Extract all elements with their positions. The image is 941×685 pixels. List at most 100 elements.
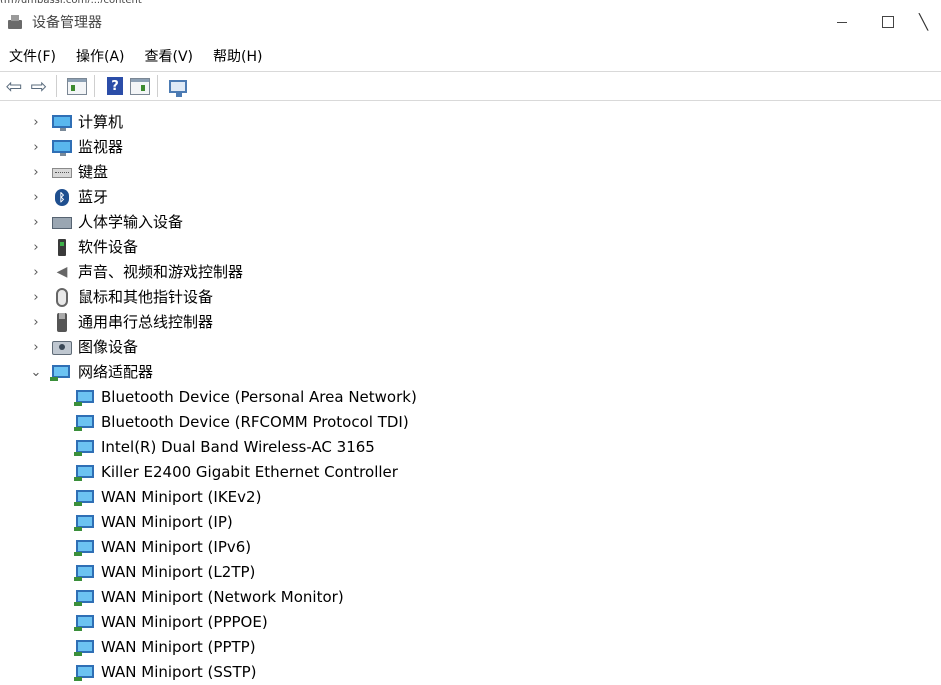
tree-node-keyboards[interactable]: › 键盘: [0, 160, 941, 185]
properties-button[interactable]: [66, 75, 88, 97]
chevron-right-icon[interactable]: ›: [29, 185, 43, 210]
chevron-right-icon[interactable]: ›: [29, 110, 43, 135]
tree-leaf-adapter[interactable]: WAN Miniport (Network Monitor): [0, 585, 941, 610]
tree-node-label: 监视器: [78, 138, 124, 156]
tree-node-software-devices[interactable]: › 软件设备: [0, 235, 941, 260]
network-adapter-icon: [74, 415, 94, 431]
maximize-button[interactable]: [865, 3, 911, 41]
chevron-right-icon[interactable]: ›: [29, 260, 43, 285]
tree-leaf-adapter[interactable]: WAN Miniport (SSTP): [0, 660, 941, 685]
tree-leaf-adapter[interactable]: Killer E2400 Gigabit Ethernet Controller: [0, 460, 941, 485]
tree-node-monitors[interactable]: › 监视器: [0, 135, 941, 160]
network-adapter-icon: [74, 440, 94, 456]
tree-leaf-adapter[interactable]: WAN Miniport (IKEv2): [0, 485, 941, 510]
tree-node-label: 图像设备: [78, 338, 139, 356]
tree-leaf-adapter[interactable]: Bluetooth Device (Personal Area Network): [0, 385, 941, 410]
adapter-label: Bluetooth Device (Personal Area Network): [101, 388, 417, 406]
tree-node-label: 蓝牙: [78, 188, 109, 206]
bluetooth-icon: ᛒ: [55, 189, 69, 206]
tree-node-label: 键盘: [78, 163, 109, 181]
menu-action[interactable]: 操作(A): [76, 46, 125, 66]
scan-hardware-icon: [169, 79, 187, 97]
chevron-right-icon[interactable]: ›: [29, 310, 43, 335]
device-tree: › 计算机 › 监视器 › 键盘 › ᛒ 蓝牙 › 人体学输入设备 › 软件设备…: [0, 110, 941, 685]
help-icon: ?: [107, 77, 123, 95]
chevron-right-icon[interactable]: ›: [29, 160, 43, 185]
network-adapter-icon: [74, 615, 94, 631]
menu-file[interactable]: 文件(F): [9, 46, 56, 66]
tree-leaf-adapter[interactable]: Bluetooth Device (RFCOMM Protocol TDI): [0, 410, 941, 435]
window-title: 设备管理器: [32, 15, 102, 31]
tree-node-computer[interactable]: › 计算机: [0, 110, 941, 135]
back-arrow-icon: ⇦: [5, 74, 23, 98]
tree-leaf-adapter[interactable]: Intel(R) Dual Band Wireless-AC 3165: [0, 435, 941, 460]
network-adapter-icon: [74, 665, 94, 681]
toolbar-separator: [157, 75, 158, 97]
computer-icon: [52, 115, 72, 131]
menu-bar: 文件(F) 操作(A) 查看(V) 帮助(H): [0, 43, 941, 69]
adapter-label: WAN Miniport (Network Monitor): [101, 588, 344, 606]
network-adapter-icon: [74, 515, 94, 531]
chevron-right-icon[interactable]: ›: [29, 235, 43, 260]
network-adapter-icon: [74, 640, 94, 656]
tree-leaf-adapter[interactable]: WAN Miniport (PPTP): [0, 635, 941, 660]
adapter-label: WAN Miniport (PPTP): [101, 638, 256, 656]
adapter-label: Bluetooth Device (RFCOMM Protocol TDI): [101, 413, 409, 431]
close-button[interactable]: ╲: [911, 3, 941, 41]
keyboard-icon: [52, 168, 72, 178]
tree-node-label: 人体学输入设备: [78, 213, 184, 231]
network-adapter-icon: [74, 565, 94, 581]
tree-leaf-adapter[interactable]: WAN Miniport (IP): [0, 510, 941, 535]
adapter-label: WAN Miniport (L2TP): [101, 563, 256, 581]
tree-node-hid[interactable]: › 人体学输入设备: [0, 210, 941, 235]
forward-arrow-icon: ⇨: [30, 74, 48, 98]
help-button[interactable]: ?: [104, 75, 126, 97]
mouse-icon: [56, 288, 68, 307]
tree-leaf-adapter[interactable]: WAN Miniport (L2TP): [0, 560, 941, 585]
adapter-label: Killer E2400 Gigabit Ethernet Controller: [101, 463, 398, 481]
tree-node-bluetooth[interactable]: › ᛒ 蓝牙: [0, 185, 941, 210]
toolbar-separator: [56, 75, 57, 97]
speaker-icon: ◀: [56, 264, 68, 280]
network-adapter-icon: [74, 490, 94, 506]
tree-node-sound[interactable]: › ◀ 声音、视频和游戏控制器: [0, 260, 941, 285]
network-adapter-icon: [74, 465, 94, 481]
toolbar: ⇦ ⇨ ?: [0, 71, 941, 101]
tree-node-label: 网络适配器: [78, 363, 154, 381]
forward-button[interactable]: ⇨: [28, 75, 50, 97]
chevron-right-icon[interactable]: ›: [29, 335, 43, 360]
minimize-button[interactable]: [819, 3, 865, 41]
window-controls: ╲: [819, 3, 941, 41]
tree-node-network-adapters[interactable]: ⌄ 网络适配器: [0, 360, 941, 385]
scan-hardware-button[interactable]: [167, 75, 189, 97]
usb-icon: [57, 313, 67, 332]
chevron-right-icon[interactable]: ›: [29, 210, 43, 235]
chevron-down-icon[interactable]: ⌄: [29, 360, 43, 385]
tree-node-usb[interactable]: › 通用串行总线控制器: [0, 310, 941, 335]
back-button[interactable]: ⇦: [3, 75, 25, 97]
update-driver-icon: [130, 77, 150, 95]
camera-icon: [52, 341, 72, 355]
tree-node-mice[interactable]: › 鼠标和其他指针设备: [0, 285, 941, 310]
software-device-icon: [58, 239, 66, 256]
hid-icon: [52, 217, 72, 229]
update-driver-button[interactable]: [129, 75, 151, 97]
chevron-right-icon[interactable]: ›: [29, 285, 43, 310]
tree-node-label: 声音、视频和游戏控制器: [78, 263, 244, 281]
title-bar: 设备管理器 ╲: [0, 3, 941, 41]
chevron-right-icon[interactable]: ›: [29, 135, 43, 160]
adapter-label: WAN Miniport (IKEv2): [101, 488, 262, 506]
adapter-label: WAN Miniport (IPv6): [101, 538, 252, 556]
toolbar-separator: [94, 75, 95, 97]
tree-node-label: 通用串行总线控制器: [78, 313, 214, 331]
tree-leaf-adapter[interactable]: WAN Miniport (IPv6): [0, 535, 941, 560]
menu-help[interactable]: 帮助(H): [213, 46, 262, 66]
tree-leaf-adapter[interactable]: WAN Miniport (PPPOE): [0, 610, 941, 635]
device-manager-icon: [7, 14, 23, 30]
network-adapter-icon: [74, 590, 94, 606]
network-adapter-icon: [74, 540, 94, 556]
tree-node-imaging[interactable]: › 图像设备: [0, 335, 941, 360]
menu-view[interactable]: 查看(V): [145, 46, 194, 66]
tree-node-label: 鼠标和其他指针设备: [78, 288, 214, 306]
properties-icon: [67, 77, 87, 95]
